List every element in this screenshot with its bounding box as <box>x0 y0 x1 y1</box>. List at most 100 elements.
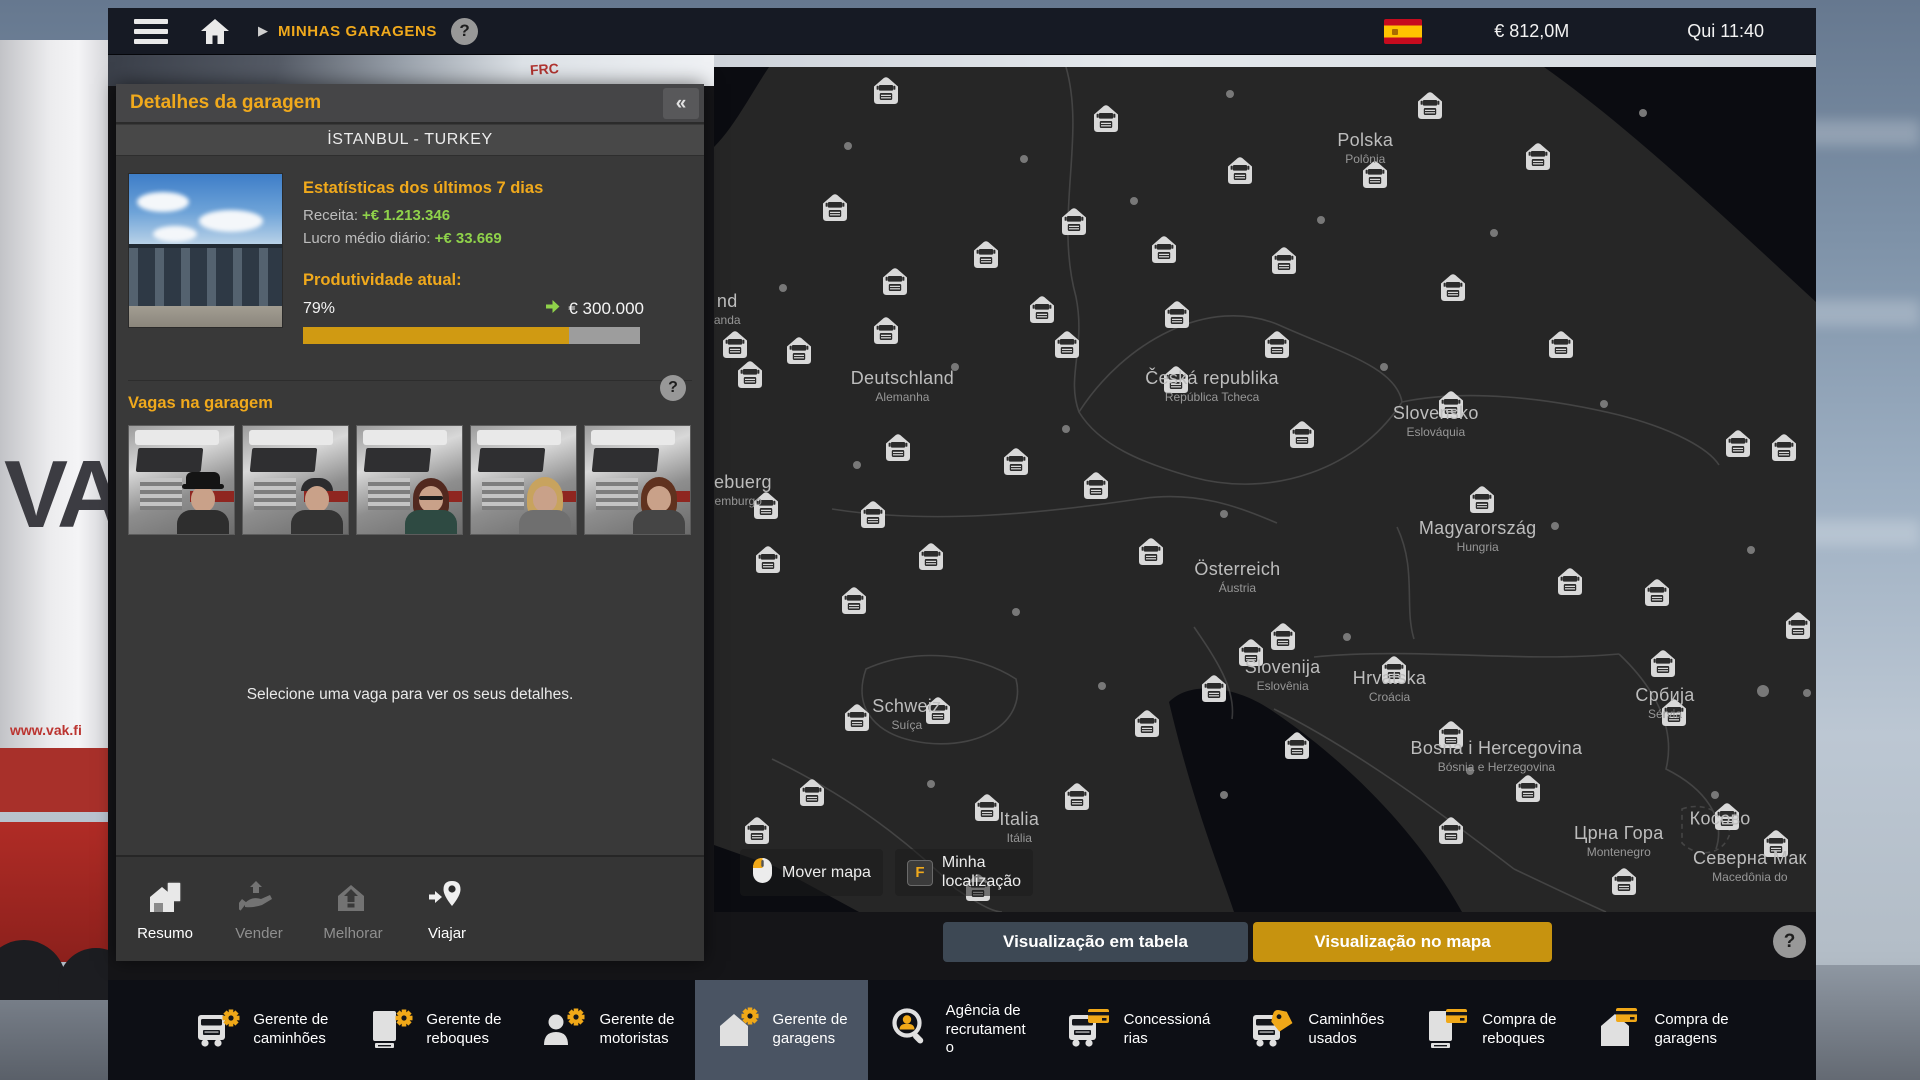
map-city-dot <box>1747 546 1755 554</box>
garage-slot[interactable] <box>584 425 691 535</box>
map-garage-icon[interactable] <box>969 238 1003 272</box>
map-garage-icon[interactable] <box>1767 431 1801 465</box>
map-garage-icon[interactable] <box>1267 244 1301 278</box>
map-garage-icon[interactable] <box>1159 363 1193 397</box>
map-garage-icon[interactable] <box>1050 328 1084 362</box>
map-garage-icon[interactable] <box>1759 827 1793 861</box>
map-garage-icon[interactable] <box>869 74 903 108</box>
map-garage-icon[interactable] <box>733 358 767 392</box>
vender-button: Vender <box>220 876 298 942</box>
map-garage-icon[interactable] <box>1234 636 1268 670</box>
garage-map[interactable]: PolskaPolôniaDeutschlandAlemanhaČeská re… <box>714 67 1816 912</box>
map-garage-icon[interactable] <box>1134 535 1168 569</box>
map-city-dot <box>951 363 959 371</box>
map-garage-icon[interactable] <box>1413 89 1447 123</box>
map-garage-icon[interactable] <box>1511 772 1545 806</box>
map-garage-icon[interactable] <box>1434 814 1468 848</box>
map-garage-icon[interactable] <box>1544 328 1578 362</box>
map-garage-icon[interactable] <box>818 191 852 225</box>
home-icon[interactable] <box>200 18 230 45</box>
garage-slot[interactable] <box>242 425 349 535</box>
map-garage-icon[interactable] <box>1079 469 1113 503</box>
map-garage-icon[interactable] <box>1710 800 1744 834</box>
map-garage-icon[interactable] <box>1147 233 1181 267</box>
page-help-icon[interactable]: ? <box>1773 925 1806 958</box>
map-garage-icon[interactable] <box>921 694 955 728</box>
map-garage-icon[interactable] <box>914 540 948 574</box>
toolbar-item-compra-reboques[interactable]: Compra de reboques <box>1404 980 1576 1080</box>
map-garage-icon[interactable] <box>1377 653 1411 687</box>
map-garage-icon[interactable] <box>840 701 874 735</box>
table-view-button[interactable]: Visualização em tabela <box>943 922 1248 962</box>
map-garage-icon[interactable] <box>1434 388 1468 422</box>
map-garage-icon[interactable] <box>1223 154 1257 188</box>
map-garage-icon[interactable] <box>970 791 1004 825</box>
revenue-label: Receita: <box>303 207 358 224</box>
map-garage-icon[interactable] <box>1436 271 1470 305</box>
map-garage-icon[interactable] <box>1285 418 1319 452</box>
resumo-button[interactable]: Resumo <box>126 876 204 942</box>
map-garage-icon[interactable] <box>1465 483 1499 517</box>
used-truck-tag-icon <box>1250 1005 1296 1056</box>
map-garage-icon[interactable] <box>1060 780 1094 814</box>
map-garage-icon[interactable] <box>1089 102 1123 136</box>
map-garage-icon[interactable] <box>718 328 752 362</box>
toolbar-item-usados[interactable]: Caminhões usados <box>1230 980 1404 1080</box>
driver-gear-icon <box>541 1005 587 1056</box>
map-garage-icon[interactable] <box>1781 609 1815 643</box>
map-garage-icon[interactable] <box>1646 647 1680 681</box>
menu-icon[interactable] <box>134 19 168 44</box>
map-garage-icon[interactable] <box>1553 565 1587 599</box>
viajar-button[interactable]: Viajar <box>408 876 486 942</box>
truck-gear-icon <box>195 1005 241 1056</box>
map-garage-icon[interactable] <box>795 776 829 810</box>
garage-slot[interactable] <box>470 425 577 535</box>
trailer-card-icon <box>1424 1005 1470 1056</box>
map-garage-icon[interactable] <box>749 489 783 523</box>
map-garage-icon[interactable] <box>837 584 871 618</box>
map-garage-icon[interactable] <box>740 814 774 848</box>
toolbar-item-garagens[interactable]: Gerente de garagens <box>695 980 868 1080</box>
sell-icon <box>239 876 279 921</box>
toolbar-item-concessionarias[interactable]: Concessioná rias <box>1046 980 1231 1080</box>
garage-gear-icon <box>715 1005 761 1056</box>
map-garage-icon[interactable] <box>1358 158 1392 192</box>
map-garage-icon[interactable] <box>1025 293 1059 327</box>
map-garage-icon[interactable] <box>869 314 903 348</box>
map-view-button[interactable]: Visualização no mapa <box>1253 922 1552 962</box>
map-garage-icon[interactable] <box>1160 298 1194 332</box>
map-garage-icon[interactable] <box>1197 672 1231 706</box>
productivity-help-icon[interactable]: ? <box>660 375 686 401</box>
collapse-panel-button[interactable]: « <box>663 88 699 119</box>
action-label: Vender <box>235 925 283 942</box>
garage-slot[interactable] <box>356 425 463 535</box>
map-garage-icon[interactable] <box>1057 205 1091 239</box>
breadcrumb-help-icon[interactable]: ? <box>451 18 478 45</box>
map-garage-icon[interactable] <box>881 431 915 465</box>
toolbar-item-recrutamento[interactable]: Agência de recrutament o <box>868 980 1046 1080</box>
map-garage-icon[interactable] <box>1130 707 1164 741</box>
map-garage-icon[interactable] <box>856 498 890 532</box>
profit-line: Lucro médio diário:+€ 33.669 <box>303 230 692 247</box>
toolbar-item-reboques[interactable]: Gerente de reboques <box>348 980 521 1080</box>
garage-slot[interactable] <box>128 425 235 535</box>
map-garage-icon[interactable] <box>1521 140 1555 174</box>
toolbar-item-caminhoes[interactable]: Gerente de caminhões <box>175 980 348 1080</box>
map-garage-icon[interactable] <box>1266 620 1300 654</box>
map-garage-icon[interactable] <box>1721 427 1755 461</box>
map-garage-icon[interactable] <box>1607 865 1641 899</box>
map-garage-icon[interactable] <box>1657 696 1691 730</box>
toolbar-item-motoristas[interactable]: Gerente de motoristas <box>521 980 694 1080</box>
toolbar-item-compra-garagens[interactable]: Compra de garagens <box>1576 980 1748 1080</box>
map-garage-icon[interactable] <box>999 445 1033 479</box>
map-garage-icon[interactable] <box>1260 328 1294 362</box>
map-garage-icon[interactable] <box>878 265 912 299</box>
breadcrumb[interactable]: MINHAS GARAGENS <box>278 23 437 40</box>
map-garage-icon[interactable] <box>1640 576 1674 610</box>
move-map-label: Mover mapa <box>782 864 871 882</box>
map-garage-icon[interactable] <box>782 334 816 368</box>
map-garage-icon[interactable] <box>1434 718 1468 752</box>
map-garage-icon[interactable] <box>1280 729 1314 763</box>
map-garage-icon[interactable] <box>751 543 785 577</box>
panel-action-bar: ResumoVenderMelhorarViajar <box>116 855 704 961</box>
